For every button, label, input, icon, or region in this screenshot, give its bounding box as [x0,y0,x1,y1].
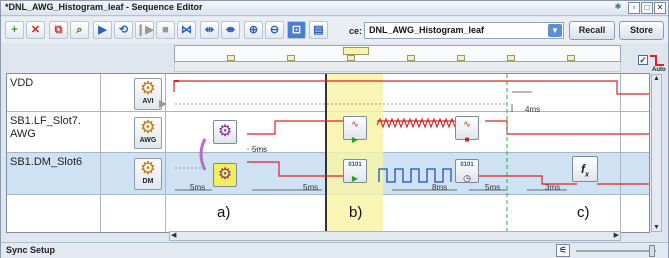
timing-label: 5ms [252,145,268,154]
loop-icon[interactable]: ⟲ [114,21,133,39]
cut-icon[interactable]: ⧉ [49,21,68,39]
ruler-marker[interactable] [507,55,515,61]
ruler-marker[interactable] [287,55,295,61]
sine-icon: ∿ [351,119,359,129]
scroll-right-icon[interactable]: ▶ [614,231,619,239]
status-label: Sync Setup [6,245,56,255]
sequence-select[interactable]: DNL_AWG_Histogram_leaf ▼ [364,22,564,39]
auto-signal-icon [650,55,664,66]
ruler-marker[interactable] [407,55,415,61]
window-title: *DNL_AWG_Histogram_leaf - Sequence Edito… [5,2,203,12]
clock-icon: ◷ [463,173,471,183]
close-icon[interactable]: ✕ [654,2,666,14]
time-ruler[interactable] [174,45,621,62]
sequence-value: DNL_AWG_Histogram_leaf [369,25,485,35]
zoom-in-icon[interactable]: ⊕ [244,21,263,39]
timing-label: 3ms [545,183,561,192]
ruler-marker[interactable] [347,55,355,61]
phase-label-c: c) [577,204,590,221]
stop-icon[interactable]: ■ [156,21,175,39]
split-icon[interactable]: ⋈ [177,21,196,39]
zoom-fit-icon[interactable]: ⊡ [287,21,306,39]
ruler-marker[interactable] [227,55,235,61]
phase-label-b: b) [349,204,363,221]
timing-label: 8ms [432,183,448,192]
expand-icon[interactable]: ⇹ [200,21,219,39]
timing-label: 5ms [485,183,501,192]
store-button[interactable]: Store [619,21,664,40]
sine-icon: ∿ [463,119,471,129]
scroll-down-icon[interactable]: ▼ [653,224,660,231]
zoom-slider-handle[interactable] [649,245,655,257]
delete-icon[interactable]: ✕ [26,21,45,39]
status-bar: Sync Setup ⚟ [1,242,668,258]
digital-label: 0101 [348,162,362,168]
zoom-out-icon[interactable]: ⊖ [265,21,284,39]
function-block[interactable]: fx [572,156,598,182]
play-icon: ▶ [351,174,359,183]
stop-icon: ■ [464,135,470,144]
digital-label: 0101 [460,162,474,168]
gear-icon: ⚙ [217,166,233,183]
track-grid: VDD SB1.LF_Slot7. AWG SB1.DM_Slot6 ⚙ AVI… [6,73,650,233]
title-bar: *DNL_AWG_Histogram_leaf - Sequence Edito… [1,1,668,16]
dm-config-block[interactable]: ⚙ [213,163,237,187]
collapse-icon[interactable]: ⇼ [221,21,240,39]
maximize-icon[interactable]: □ [641,2,653,14]
sequence-label: ce: [349,26,363,36]
add-icon[interactable]: + [5,21,24,39]
phase-label-a: a) [217,204,231,221]
ruler-selection[interactable] [343,47,369,55]
sync-icon[interactable]: ⚟ [556,244,570,257]
ruler-marker[interactable] [457,55,465,61]
sequence-editor-window: *DNL_AWG_Histogram_leaf - Sequence Edito… [0,0,669,258]
timing-diagram [159,74,649,232]
awg-config-block[interactable]: ⚙ [213,120,237,144]
table-icon[interactable]: ▤ [309,21,328,39]
toolbar: + ✕ ⧉ ⌕ ▶ ⟲ ❙▶ ■ ⋈ ⇹ ⇼ ⊕ ⊖ ⊡ ▤ ce: DNL_A… [1,17,668,43]
step-icon[interactable]: ❙▶ [135,21,154,39]
timing-label: 5ms [190,183,206,192]
dm-wait-block[interactable]: 0101 ◷ [455,159,479,183]
ruler-track [174,62,621,72]
ruler-marker[interactable] [567,55,575,61]
restore-icon[interactable]: ▫ [628,2,640,14]
play-icon: ▶ [351,135,359,144]
auto-checkbox[interactable]: ✓ [638,55,648,65]
search-icon[interactable]: ⌕ [70,21,89,39]
function-icon: fx [581,162,589,179]
recall-button[interactable]: Recall [569,21,615,40]
awg-stop-block[interactable]: ∿ ■ [455,116,479,144]
horizontal-scrollbar[interactable]: ◀ ▶ [169,231,621,241]
timing-label: 5ms [303,183,319,192]
vertical-scrollbar[interactable]: ▲ ▼ [651,74,662,232]
auto-label: Auto [652,67,666,73]
dm-start-block[interactable]: 0101 ▶ [343,159,367,183]
play-icon[interactable]: ▶ [93,21,112,39]
chevron-down-icon[interactable]: ▼ [548,24,562,37]
pin-icon[interactable]: ✱ [612,2,624,14]
timing-label: 4ms [525,105,541,114]
zoom-slider[interactable] [576,250,656,252]
gear-icon: ⚙ [217,123,233,140]
awg-start-block[interactable]: ∿ ▶ [343,116,367,144]
scroll-up-icon[interactable]: ▲ [653,75,660,82]
scroll-left-icon[interactable]: ◀ [171,231,176,239]
